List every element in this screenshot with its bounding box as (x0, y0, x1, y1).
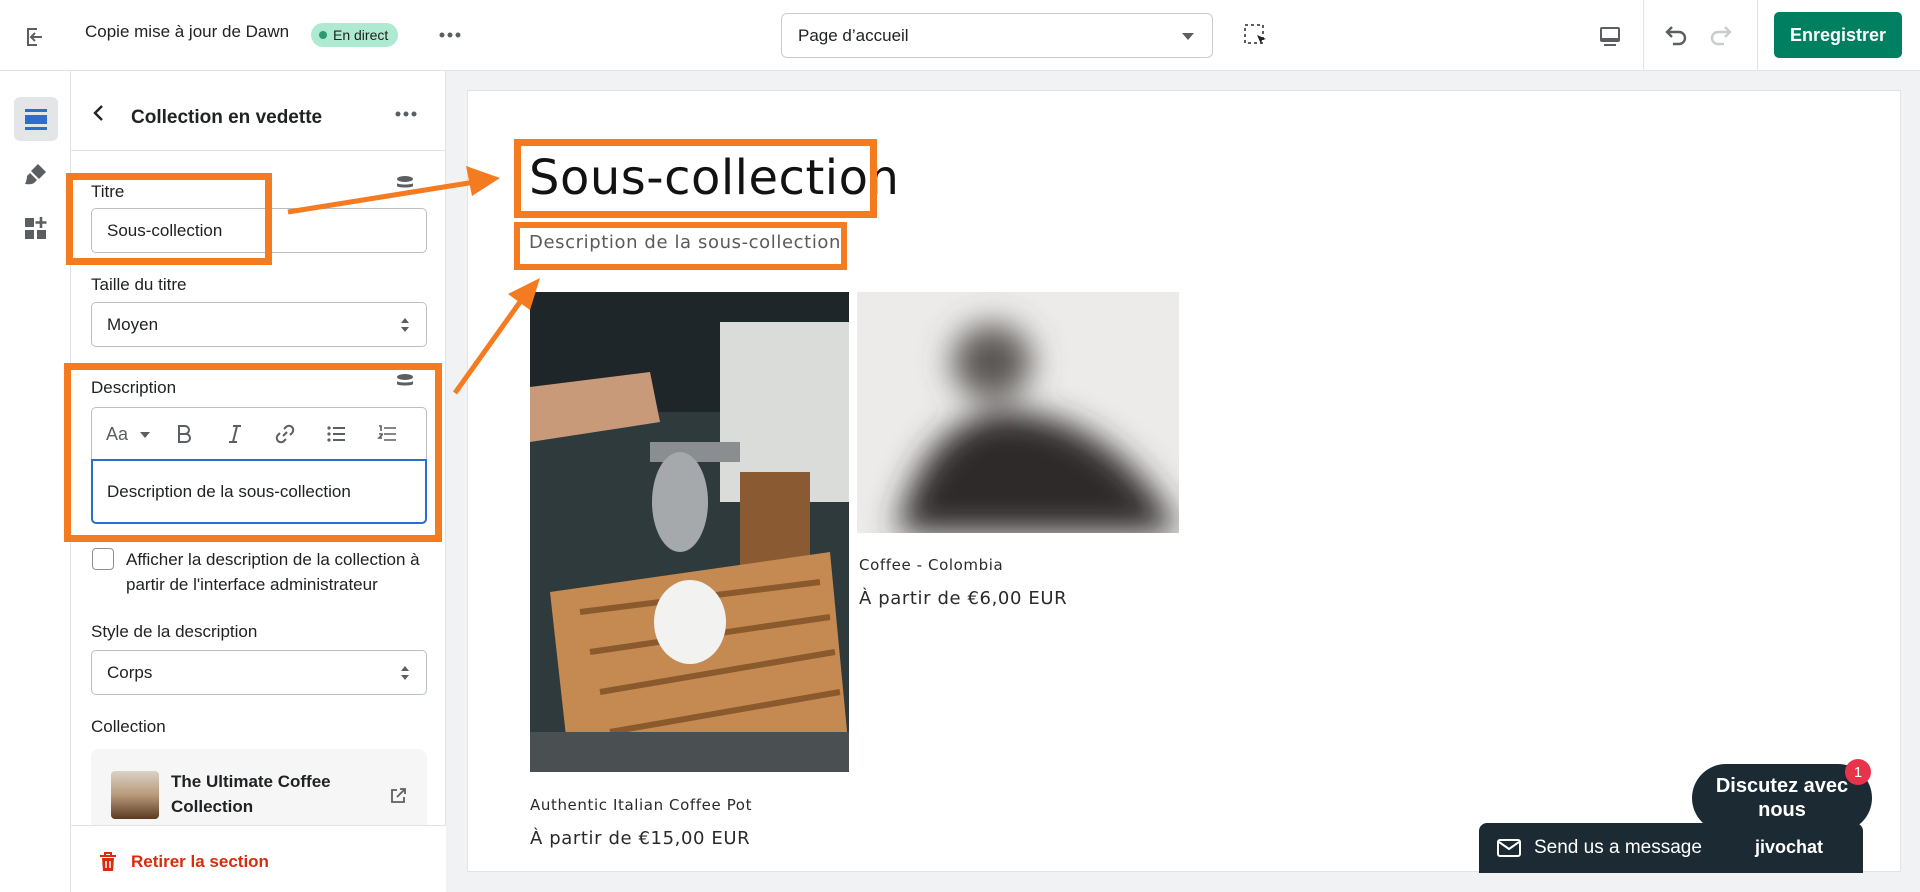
chat-message-label: Send us a message (1534, 837, 1702, 858)
chat-brand-logo: jivochat (1755, 837, 1824, 857)
mail-icon (1497, 839, 1521, 857)
annotation-arrows (287, 166, 540, 395)
notification-badge: 1 (1845, 759, 1871, 785)
chat-bar[interactable]: Send us a message jivochat (1479, 823, 1863, 873)
